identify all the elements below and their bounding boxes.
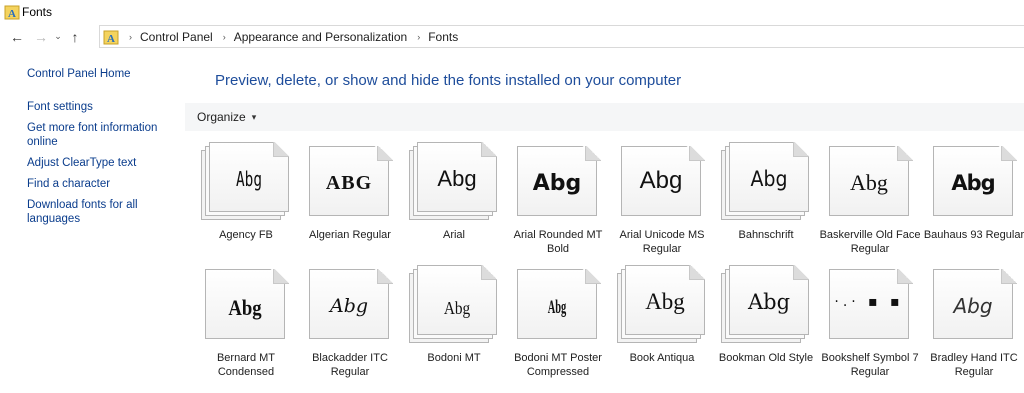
font-tile-book-antiqua[interactable]: Abg Book Antiqua: [611, 262, 715, 384]
font-tile-bauhaus[interactable]: Abg Bauhaus 93 Regular: [923, 139, 1024, 261]
font-family-icon: Abg: [201, 142, 291, 220]
font-family-icon: Abg: [721, 142, 811, 220]
breadcrumb-appearance[interactable]: Appearance and Personalization: [234, 30, 407, 44]
window-title: Fonts: [22, 4, 53, 19]
sidebar: Control Panel Home Font settings Get mor…: [0, 55, 185, 393]
font-tile-bradley-hand[interactable]: Abg Bradley Hand ITC Regular: [923, 262, 1024, 384]
font-file-icon: Abg: [617, 142, 707, 220]
font-sample: Abg: [437, 166, 477, 191]
font-sample: Abg: [951, 171, 995, 195]
address-bar[interactable]: A › Control Panel › Appearance and Perso…: [99, 25, 1024, 48]
title-bar: A Fonts: [0, 0, 1024, 23]
font-tile-arial-unicode[interactable]: Abg Arial Unicode MS Regular: [611, 139, 715, 261]
font-sample: Abg: [228, 295, 262, 320]
sidebar-font-settings[interactable]: Font settings: [27, 100, 177, 114]
svg-text:A: A: [107, 33, 115, 45]
dropdown-caret-icon: ▾: [251, 111, 257, 122]
font-sample: Abg: [750, 167, 788, 191]
sidebar-control-panel-home[interactable]: Control Panel Home: [27, 67, 177, 81]
font-file-icon: Abg: [825, 142, 915, 220]
font-name: Arial Unicode MS Regular: [619, 229, 705, 255]
font-tile-agency-fb[interactable]: Abg Agency FB: [195, 139, 299, 261]
sidebar-find-character[interactable]: Find a character: [27, 177, 177, 191]
font-sample: Abg: [747, 290, 791, 314]
navigation-bar: ← → ⌄ ↑ A › Control Panel › Appearance a…: [0, 23, 1024, 50]
font-family-icon: Abg: [409, 265, 499, 343]
font-name: Arial Rounded MT Bold: [513, 229, 603, 255]
fonts-location-icon: A: [103, 29, 119, 45]
breadcrumb-chevron-icon[interactable]: ›: [417, 32, 420, 42]
font-family-icon: Abg: [721, 265, 811, 343]
font-file-icon: Abg: [513, 142, 603, 220]
font-file-icon: Abg: [201, 265, 291, 343]
font-sample: Abg: [645, 289, 685, 314]
font-file-icon: ·.· ▪ ▪: [825, 265, 915, 343]
font-tile-bernard[interactable]: Abg Bernard MT Condensed: [195, 262, 299, 384]
page-heading: Preview, delete, or show and hide the fo…: [215, 72, 682, 89]
font-sample: Abg: [235, 167, 263, 191]
breadcrumb-control-panel[interactable]: Control Panel: [140, 30, 213, 44]
fonts-folder-icon: A: [4, 4, 20, 20]
font-tile-algerian[interactable]: ABG Algerian Regular: [299, 139, 403, 261]
breadcrumb-chevron-icon[interactable]: ›: [129, 32, 132, 42]
up-arrow-icon[interactable]: ↑: [64, 26, 86, 48]
font-sample: ABG: [325, 171, 373, 194]
font-name: Bodoni MT Poster Compressed: [514, 352, 602, 378]
command-bar: Organize ▾: [185, 103, 1024, 131]
font-sample: Abg: [547, 297, 567, 318]
organize-label: Organize: [197, 110, 246, 124]
font-name: Bahnschrift: [738, 229, 794, 241]
font-tile-arial[interactable]: Abg Arial: [403, 139, 507, 261]
font-name: Bauhaus 93 Regular: [923, 229, 1024, 241]
font-name: Algerian Regular: [309, 229, 391, 241]
font-tile-bahnschrift[interactable]: Abg Bahnschrift: [715, 139, 819, 261]
breadcrumb-chevron-icon[interactable]: ›: [223, 32, 226, 42]
font-name: Bookshelf Symbol 7 Regular: [821, 352, 919, 378]
font-name: Book Antiqua: [629, 352, 695, 364]
font-name: Blackadder ITC Regular: [312, 352, 388, 378]
font-tile-bodoni-poster[interactable]: Abg Bodoni MT Poster Compressed: [507, 262, 611, 384]
sidebar-adjust-cleartype[interactable]: Adjust ClearType text: [27, 156, 177, 170]
font-tile-blackadder[interactable]: Abg Blackadder ITC Regular: [299, 262, 403, 384]
font-family-icon: Abg: [409, 142, 499, 220]
font-name: Bookman Old Style: [718, 352, 814, 364]
font-grid: Abg Agency FB ABG Algerian Regular Abg A…: [195, 139, 1024, 393]
forward-arrow-icon[interactable]: →: [30, 26, 52, 48]
font-tile-baskerville[interactable]: Abg Baskerville Old Face Regular: [819, 139, 923, 261]
font-family-icon: Abg: [617, 265, 707, 343]
font-file-icon: Abg: [929, 142, 1019, 220]
font-name: Agency FB: [219, 229, 273, 241]
font-tile-bookman[interactable]: Abg Bookman Old Style: [715, 262, 819, 384]
font-file-icon: Abg: [513, 265, 603, 343]
font-tile-arial-rounded[interactable]: Abg Arial Rounded MT Bold: [507, 139, 611, 261]
font-name: Baskerville Old Face Regular: [819, 229, 921, 255]
font-sample: ·.· ▪ ▪: [834, 294, 904, 310]
font-name: Bernard MT Condensed: [216, 352, 276, 378]
font-sample: Abg: [850, 170, 888, 195]
font-file-icon: ABG: [305, 142, 395, 220]
sidebar-more-font-info[interactable]: Get more font information online: [27, 121, 177, 149]
back-arrow-icon[interactable]: ←: [6, 26, 28, 48]
font-sample: Abg: [953, 294, 993, 318]
font-sample: Abg: [639, 167, 683, 194]
font-sample: Abg: [532, 170, 582, 196]
breadcrumb-fonts[interactable]: Fonts: [428, 30, 458, 44]
font-tile-bookshelf-symbol[interactable]: ·.· ▪ ▪ Bookshelf Symbol 7 Regular: [819, 262, 923, 384]
recent-locations-chevron-icon[interactable]: ⌄: [52, 26, 64, 48]
font-tile-bodoni[interactable]: Abg Bodoni MT: [403, 262, 507, 384]
organize-button[interactable]: Organize ▾: [197, 110, 256, 124]
font-name: Bodoni MT: [427, 352, 481, 364]
font-sample: Abg: [443, 297, 471, 318]
svg-text:A: A: [8, 8, 16, 20]
font-sample: Abg: [329, 295, 369, 317]
font-file-icon: Abg: [305, 265, 395, 343]
font-name: Arial: [442, 229, 465, 241]
font-name: Bradley Hand ITC Regular: [930, 352, 1018, 378]
font-file-icon: Abg: [929, 265, 1019, 343]
sidebar-download-fonts[interactable]: Download fonts for all languages: [27, 198, 177, 226]
